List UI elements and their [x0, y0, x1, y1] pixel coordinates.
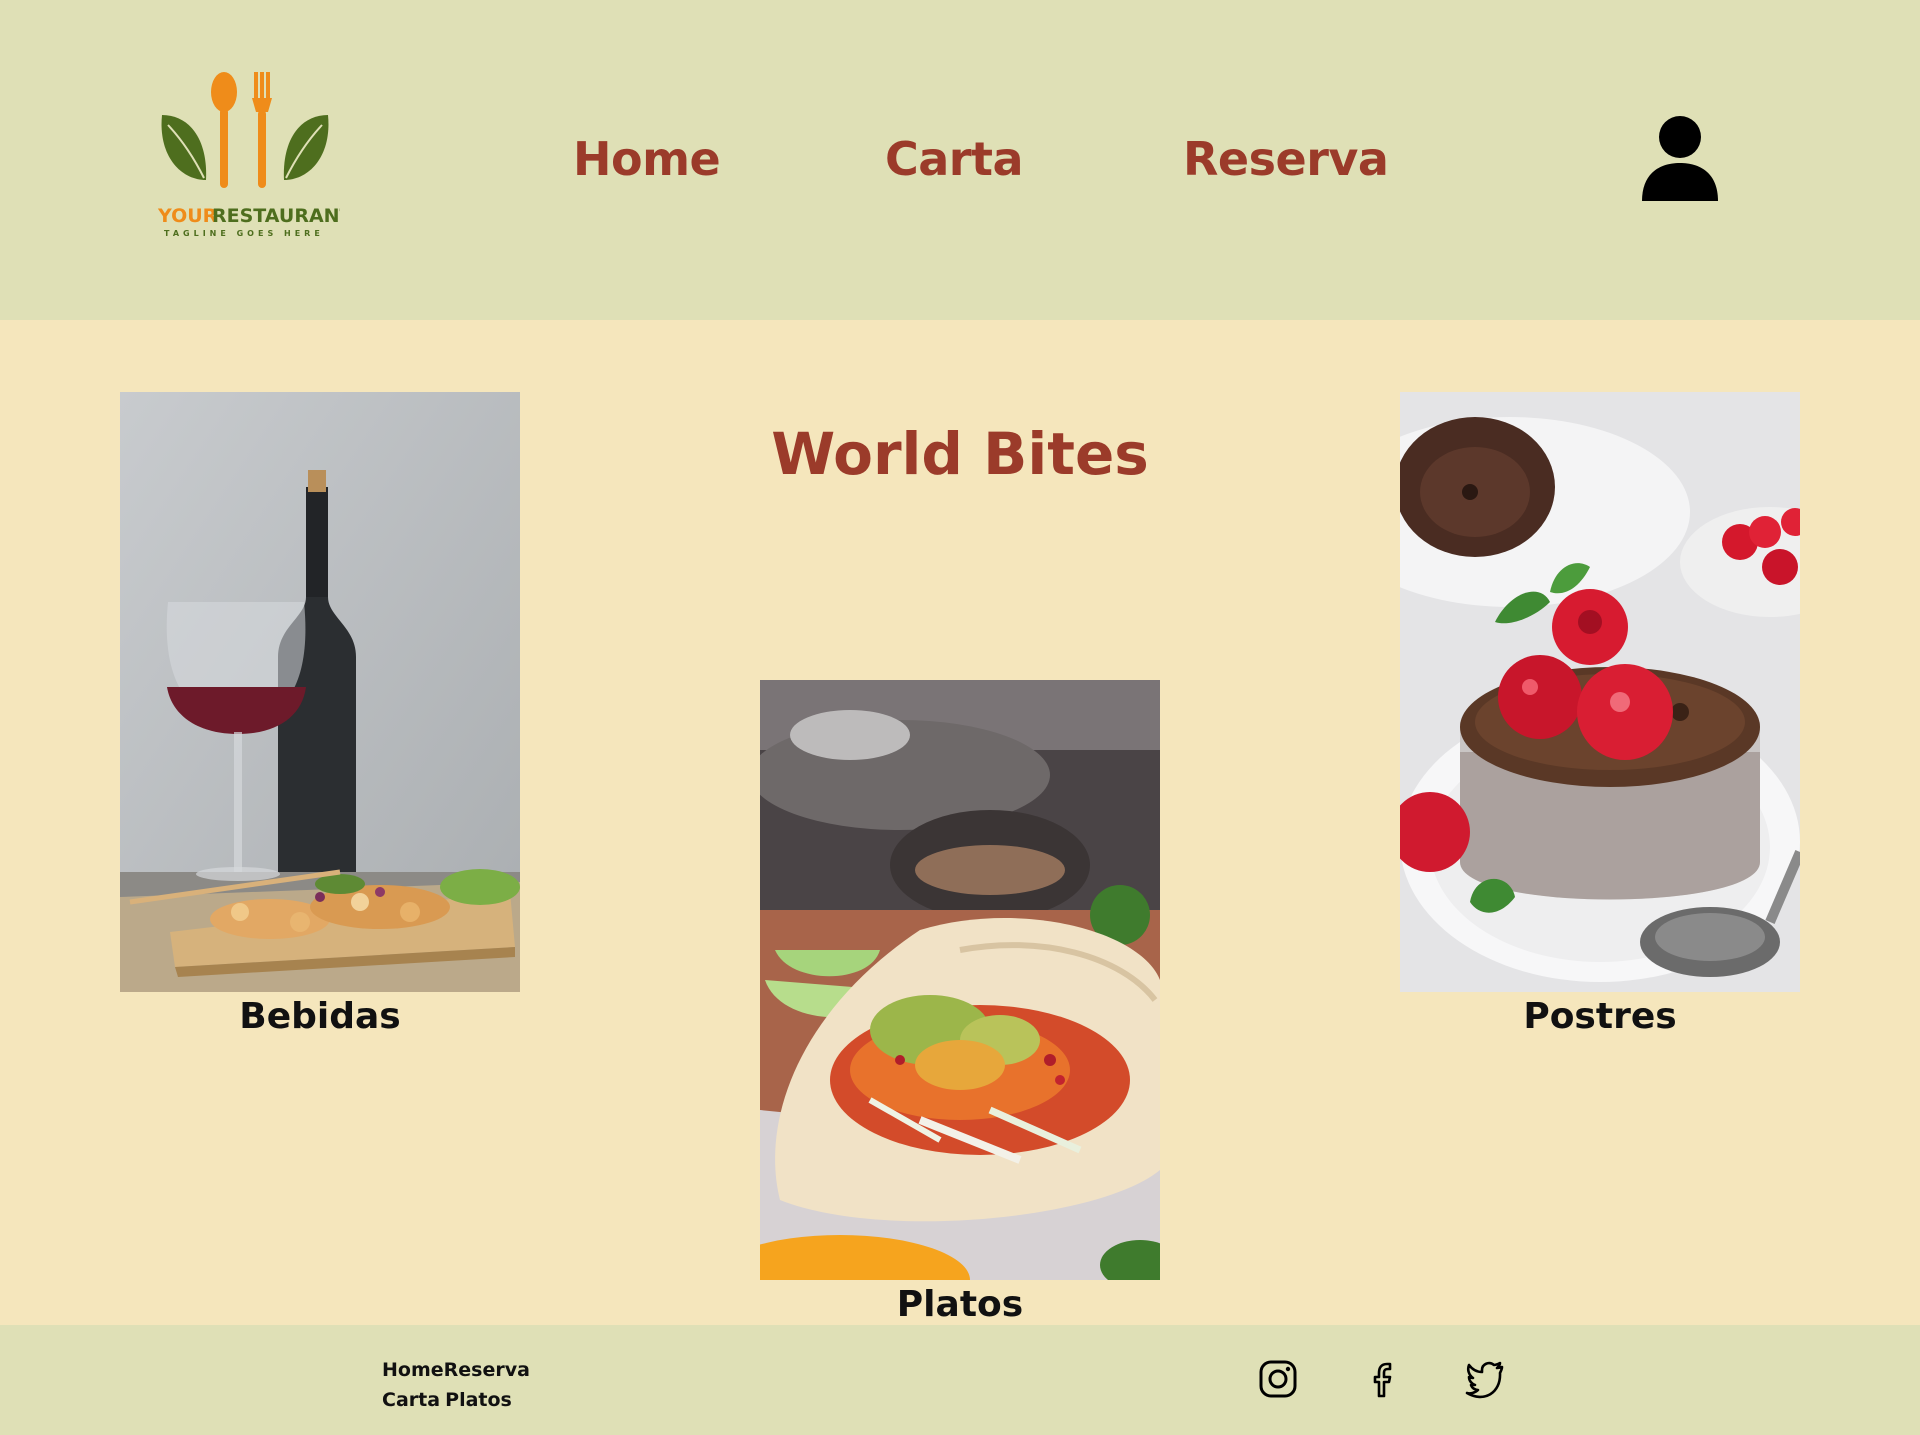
- footer-link-home[interactable]: Home: [382, 1359, 444, 1381]
- site-footer: HomeReserva Carta Platos: [0, 1325, 1920, 1435]
- logo-tagline: TAGLINE GOES HERE: [164, 229, 324, 238]
- user-account-button[interactable]: [1640, 115, 1720, 203]
- category-card-postres[interactable]: Postres: [1400, 392, 1800, 1037]
- footer-link-platos[interactable]: Platos: [445, 1389, 512, 1411]
- twitter-link[interactable]: [1464, 1358, 1506, 1400]
- nav-carta[interactable]: Carta: [885, 132, 1024, 186]
- category-label: Postres: [1523, 996, 1677, 1037]
- facebook-icon: [1373, 1362, 1392, 1398]
- footer-links-row: Carta Platos: [382, 1385, 562, 1415]
- logo-brand-part1: YOUR: [157, 205, 218, 227]
- chocolate-cake-raspberries-photo: [1400, 392, 1800, 992]
- nav-home[interactable]: Home: [573, 132, 721, 186]
- nav-reserva[interactable]: Reserva: [1183, 132, 1389, 186]
- instagram-link[interactable]: [1257, 1358, 1299, 1400]
- facebook-link[interactable]: [1362, 1358, 1404, 1400]
- footer-link-carta[interactable]: Carta: [382, 1389, 440, 1411]
- taco-photo: [760, 680, 1160, 1280]
- footer-links-row: HomeReserva: [382, 1355, 562, 1385]
- footer-link-reserva[interactable]: Reserva: [444, 1359, 530, 1381]
- twitter-icon: [1465, 1361, 1504, 1399]
- footer-links: HomeReserva Carta Platos: [382, 1355, 562, 1415]
- instagram-icon: [1259, 1360, 1297, 1398]
- restaurant-logo[interactable]: YOUR RESTAURANT TAGLINE GOES HERE: [150, 70, 340, 250]
- category-card-bebidas[interactable]: Bebidas: [120, 392, 520, 1037]
- wine-and-food-photo: [120, 392, 520, 992]
- user-icon: [1642, 116, 1718, 201]
- category-card-platos[interactable]: Platos: [760, 680, 1160, 1325]
- main-content: World Bites Bebidas Platos Postres: [0, 320, 1920, 1325]
- category-label: Platos: [896, 1284, 1024, 1325]
- category-label: Bebidas: [239, 996, 401, 1037]
- site-header: YOUR RESTAURANT TAGLINE GOES HERE Home C…: [0, 0, 1920, 320]
- logo-brand-part2: RESTAURANT: [212, 205, 340, 227]
